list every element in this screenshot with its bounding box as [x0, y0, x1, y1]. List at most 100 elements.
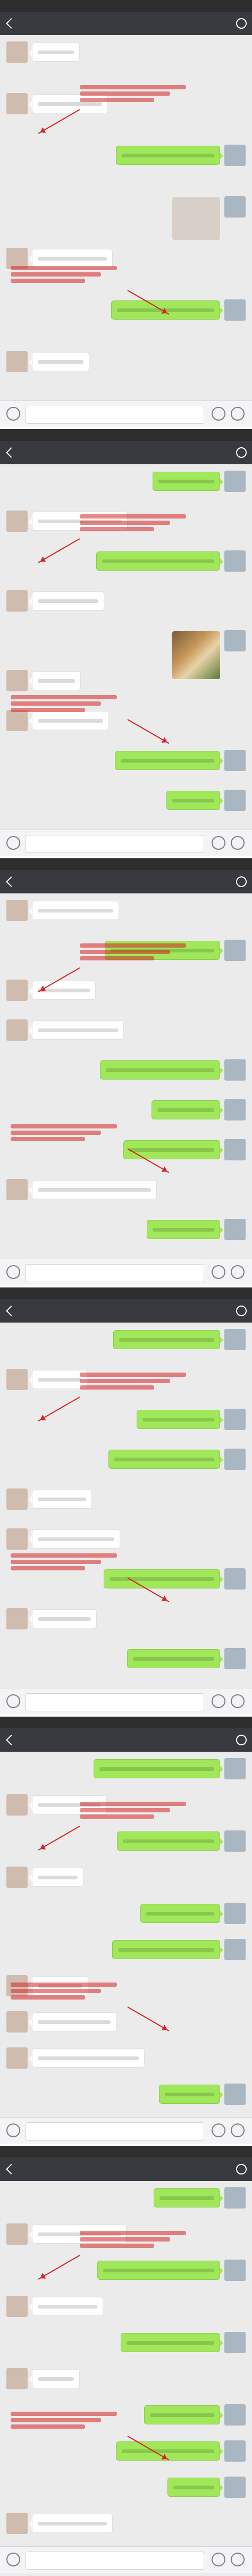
avatar[interactable]: [6, 980, 28, 1001]
avatar[interactable]: [6, 2513, 28, 2534]
voice-icon[interactable]: [6, 2553, 20, 2566]
message-bubble[interactable]: [96, 551, 223, 571]
avatar[interactable]: [224, 2260, 246, 2281]
avatar[interactable]: [6, 710, 28, 731]
message-bubble[interactable]: [29, 711, 109, 730]
message-bubble[interactable]: [29, 1609, 97, 1628]
avatar[interactable]: [6, 1369, 28, 1390]
emoji-icon[interactable]: [212, 836, 225, 850]
message-input[interactable]: [26, 406, 204, 424]
avatar[interactable]: [224, 471, 246, 492]
message-bubble[interactable]: [29, 1370, 87, 1389]
message-bubble[interactable]: [29, 591, 104, 610]
message-bubble[interactable]: [115, 751, 223, 770]
avatar[interactable]: [224, 2440, 246, 2462]
avatar[interactable]: [224, 1219, 246, 1240]
voice-icon[interactable]: [6, 1694, 20, 1708]
plus-icon[interactable]: [231, 1265, 245, 1279]
avatar[interactable]: [224, 1758, 246, 1779]
message-bubble[interactable]: [144, 2405, 223, 2424]
avatar[interactable]: [224, 1139, 246, 1160]
message-bubble[interactable]: [29, 671, 81, 690]
avatar[interactable]: [224, 940, 246, 961]
message-bubble[interactable]: [29, 1490, 92, 1509]
message-bubble[interactable]: [104, 1569, 223, 1588]
person-icon[interactable]: [236, 1306, 247, 1316]
avatar[interactable]: [224, 2084, 246, 2105]
person-icon[interactable]: [236, 876, 247, 887]
message-bubble[interactable]: [29, 2297, 103, 2316]
avatar[interactable]: [224, 145, 246, 166]
emoji-icon[interactable]: [212, 407, 225, 421]
message-bubble[interactable]: [29, 1868, 83, 1887]
avatar[interactable]: [224, 1449, 246, 1470]
photo-message[interactable]: [172, 631, 220, 679]
sticker-message[interactable]: [172, 197, 220, 240]
chevron-left-icon[interactable]: [6, 447, 16, 458]
avatar[interactable]: [224, 1059, 246, 1081]
plus-icon[interactable]: [231, 2123, 245, 2137]
emoji-icon[interactable]: [212, 1265, 225, 1279]
message-bubble[interactable]: [137, 1410, 223, 1429]
avatar[interactable]: [224, 2332, 246, 2353]
avatar[interactable]: [6, 1528, 28, 1550]
avatar[interactable]: [6, 900, 28, 921]
person-icon[interactable]: [236, 447, 247, 458]
avatar[interactable]: [224, 1830, 246, 1852]
message-bubble[interactable]: [100, 1060, 223, 1080]
chevron-left-icon[interactable]: [6, 18, 16, 29]
message-bubble[interactable]: [29, 94, 108, 113]
avatar[interactable]: [6, 2296, 28, 2317]
avatar[interactable]: [224, 1939, 246, 1960]
message-bubble[interactable]: [29, 1021, 124, 1040]
avatar[interactable]: [6, 41, 28, 63]
person-icon[interactable]: [236, 18, 247, 29]
avatar[interactable]: [224, 1329, 246, 1350]
message-input[interactable]: [26, 2122, 204, 2140]
avatar[interactable]: [6, 1019, 28, 1041]
emoji-icon[interactable]: [212, 1694, 225, 1708]
avatar[interactable]: [6, 2011, 28, 2033]
avatar[interactable]: [6, 1608, 28, 1629]
avatar[interactable]: [224, 196, 246, 218]
emoji-icon[interactable]: [212, 2123, 225, 2137]
avatar[interactable]: [6, 670, 28, 691]
voice-icon[interactable]: [6, 1265, 20, 1279]
avatar[interactable]: [224, 1903, 246, 1924]
message-bubble[interactable]: [117, 1831, 223, 1851]
plus-icon[interactable]: [231, 836, 245, 850]
message-bubble[interactable]: [29, 2514, 113, 2533]
plus-icon[interactable]: [231, 1694, 245, 1708]
message-bubble[interactable]: [29, 1180, 157, 1199]
avatar[interactable]: [224, 790, 246, 811]
message-bubble[interactable]: [116, 146, 223, 165]
avatar[interactable]: [6, 1794, 28, 1816]
message-bubble[interactable]: [97, 2261, 223, 2280]
message-bubble[interactable]: [147, 1220, 223, 1239]
message-bubble[interactable]: [29, 43, 80, 62]
message-input[interactable]: [26, 1693, 204, 1711]
message-bubble[interactable]: [29, 1529, 120, 1549]
message-bubble[interactable]: [140, 1904, 223, 1923]
voice-icon[interactable]: [6, 836, 20, 850]
message-bubble[interactable]: [127, 1649, 223, 1668]
avatar[interactable]: [6, 2047, 28, 2069]
message-bubble[interactable]: [29, 901, 119, 920]
avatar[interactable]: [224, 1648, 246, 1669]
emoji-icon[interactable]: [212, 2553, 225, 2566]
message-bubble[interactable]: [159, 2085, 223, 2104]
avatar[interactable]: [224, 550, 246, 572]
message-bubble[interactable]: [29, 2048, 145, 2068]
chevron-left-icon[interactable]: [6, 2164, 16, 2174]
avatar[interactable]: [224, 1409, 246, 1430]
message-bubble[interactable]: [108, 1450, 223, 1469]
message-bubble[interactable]: [152, 1100, 223, 1119]
avatar[interactable]: [6, 1488, 28, 1510]
avatar[interactable]: [6, 351, 28, 372]
avatar[interactable]: [224, 1568, 246, 1590]
avatar[interactable]: [6, 590, 28, 612]
message-input[interactable]: [26, 835, 204, 853]
message-bubble[interactable]: [112, 1940, 223, 1959]
message-bubble[interactable]: [29, 2012, 116, 2031]
avatar[interactable]: [224, 299, 246, 321]
